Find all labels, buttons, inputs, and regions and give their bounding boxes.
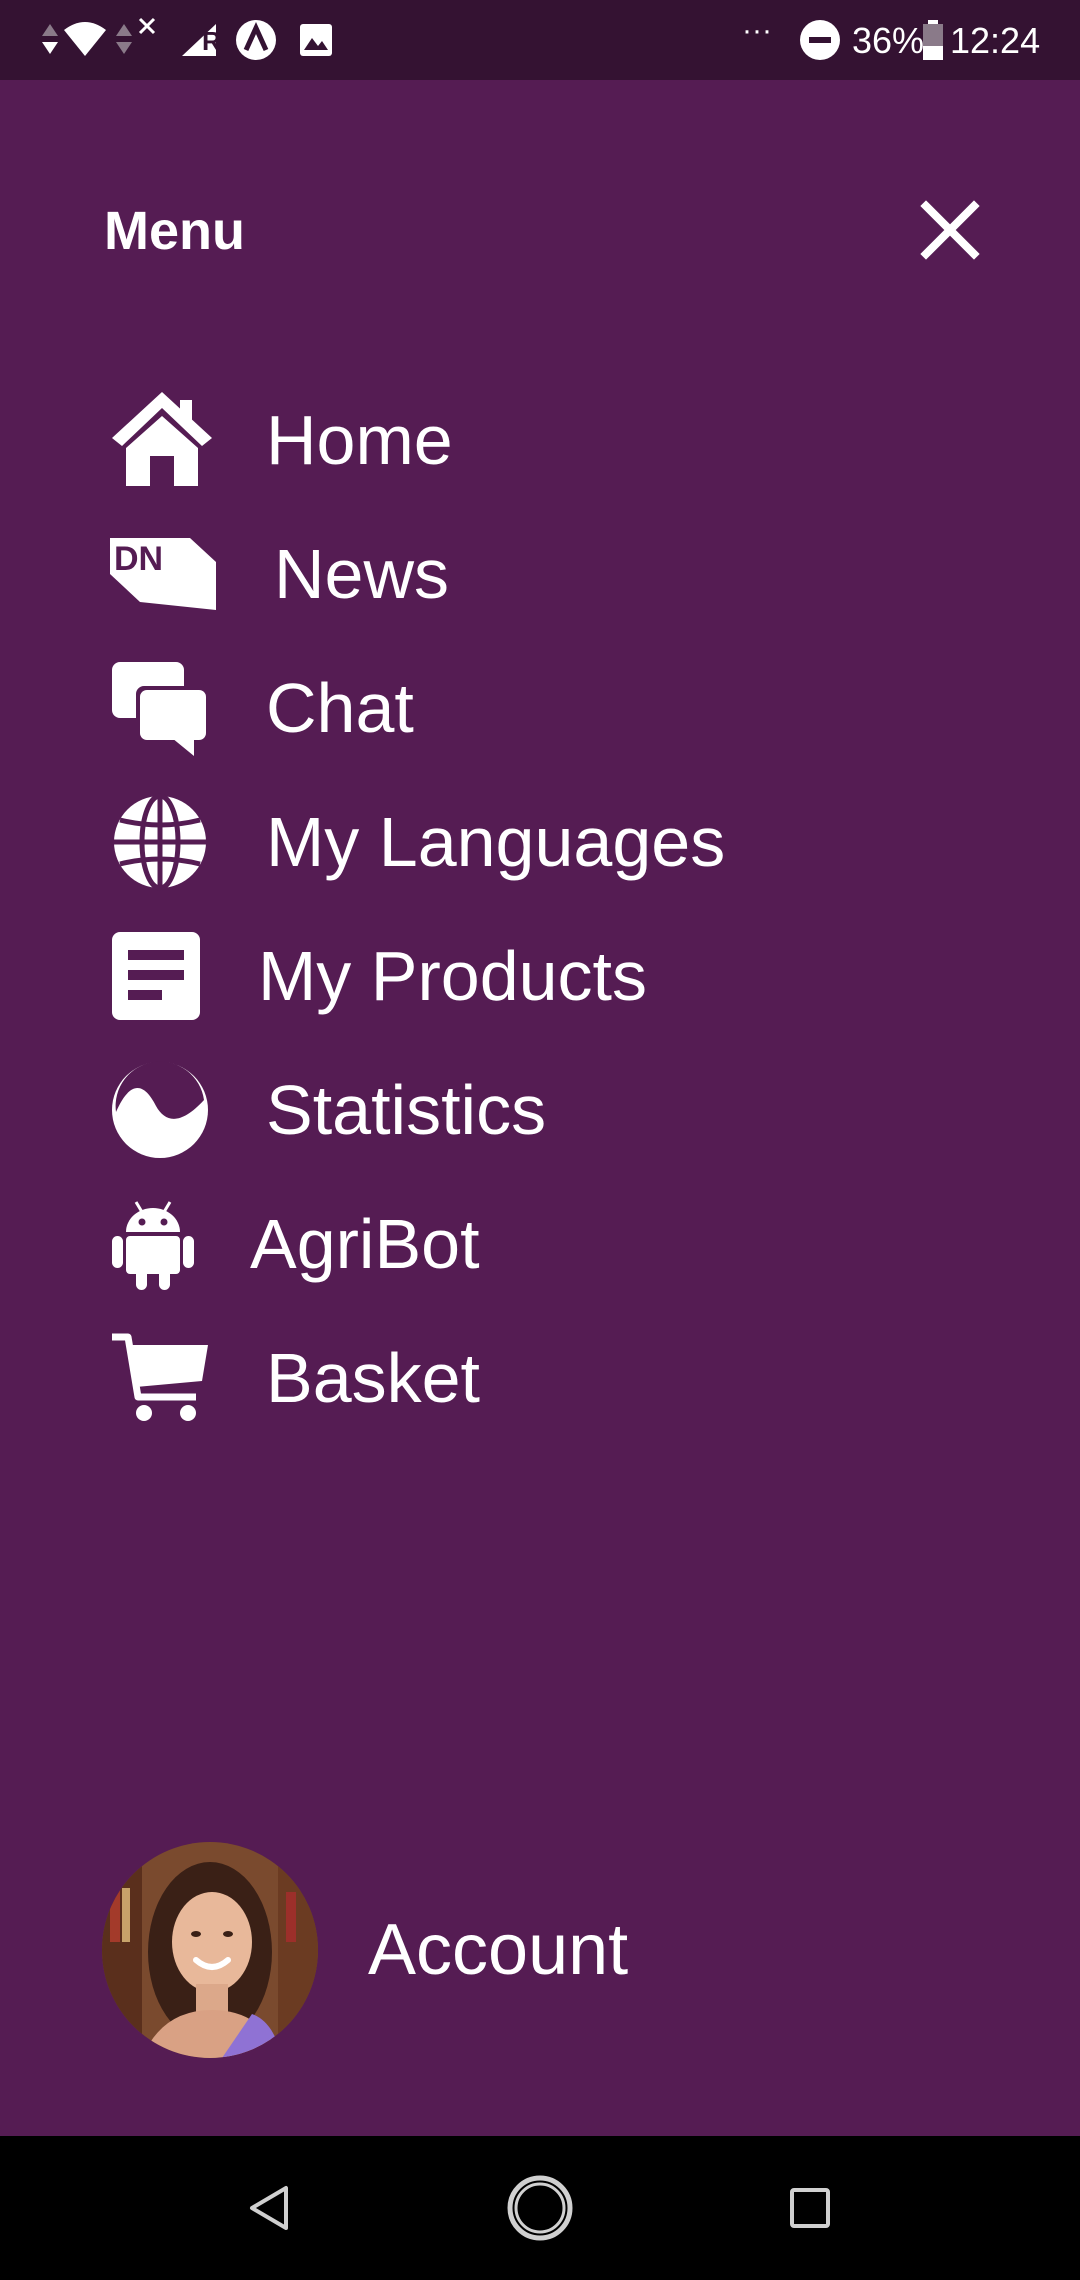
close-icon (920, 200, 980, 260)
home-icon (110, 380, 230, 500)
close-button[interactable] (910, 190, 990, 270)
menu-item-label: News (274, 535, 450, 613)
globe-icon (110, 782, 230, 902)
data-activity-icon (40, 0, 60, 80)
menu-item-basket[interactable]: Basket (110, 1318, 970, 1438)
cart-icon (110, 1318, 230, 1438)
back-icon (250, 2186, 288, 2230)
menu-item-label: Basket (266, 1339, 480, 1417)
menu-item-label: My Products (258, 937, 647, 1015)
menu-item-label: AgriBot (250, 1205, 480, 1283)
status-bar: R ··· 36% 12:24 (0, 0, 1080, 80)
no-connection-icon (138, 0, 156, 66)
svg-text:R: R (202, 26, 221, 56)
menu-item-my-languages[interactable]: My Languages (110, 782, 970, 902)
account-button[interactable]: Account (102, 1842, 982, 2062)
statistics-icon (110, 1050, 230, 1170)
home-button[interactable] (480, 2136, 600, 2280)
account-label: Account (368, 1910, 629, 1990)
android-icon (110, 1184, 230, 1304)
news-icon: DN (110, 514, 230, 634)
chat-icon (110, 648, 230, 768)
wifi-icon (62, 0, 108, 80)
document-icon (110, 916, 230, 1036)
battery-icon (922, 0, 944, 80)
recents-icon (790, 2188, 830, 2228)
data-activity-icon (114, 0, 134, 80)
back-button[interactable] (210, 2136, 330, 2280)
menu-item-my-products[interactable]: My Products (110, 916, 970, 1036)
menu-item-label: My Languages (266, 803, 726, 881)
menu-title: Menu (104, 201, 245, 261)
app-notification-icon (234, 0, 278, 80)
menu-item-home[interactable]: Home (110, 380, 970, 500)
menu-screen: R ··· 36% 12:24 Menu Home DN News Chat M… (0, 0, 1080, 2280)
menu-item-news[interactable]: DN News (110, 514, 970, 634)
avatar (102, 1842, 318, 2058)
menu-item-agribot[interactable]: AgriBot (110, 1184, 970, 1304)
image-notification-icon (298, 0, 334, 80)
menu-item-statistics[interactable]: Statistics (110, 1050, 970, 1170)
home-circle-icon (507, 2175, 573, 2241)
svg-text:DN: DN (114, 540, 163, 578)
menu-item-chat[interactable]: Chat (110, 648, 970, 768)
signal-roaming-icon: R (180, 0, 226, 80)
overflow-indicator: ··· (742, 14, 772, 47)
navigation-bar (0, 2136, 1080, 2280)
menu-item-label: Chat (266, 669, 414, 747)
menu-item-label: Home (266, 401, 453, 479)
do-not-disturb-icon (798, 0, 842, 80)
clock: 12:24 (950, 20, 1041, 61)
menu-item-label: Statistics (266, 1071, 547, 1149)
battery-percent: 36% (852, 20, 925, 61)
recents-button[interactable] (750, 2136, 870, 2280)
